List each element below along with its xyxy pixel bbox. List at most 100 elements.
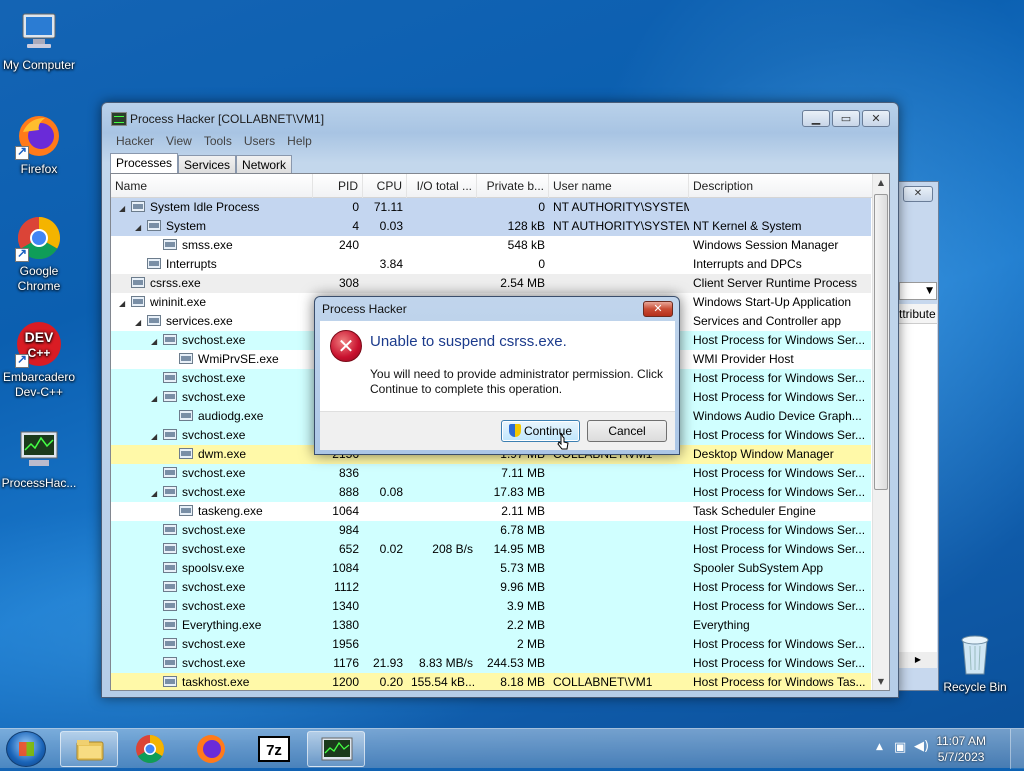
expand-toggle-icon[interactable]: ◢	[151, 332, 161, 350]
desktop-icon-firefox[interactable]: Firefox	[0, 112, 80, 177]
expand-toggle-icon[interactable]: ◢	[119, 199, 129, 217]
process-row[interactable]: svchost.exe 652 0.02 208 B/s 14.95 MB Host Pr…	[111, 540, 871, 559]
process-icon	[163, 562, 177, 573]
show-desktop-button[interactable]	[1010, 729, 1024, 769]
background-window[interactable]: ✕ ▼ ttribute ▶	[899, 181, 939, 691]
dialog-close-button[interactable]: ✕	[643, 301, 673, 317]
process-name: dwm.exe	[198, 447, 247, 461]
expand-toggle-icon[interactable]: ◢	[135, 313, 145, 331]
process-cpu: 0.08	[379, 485, 403, 499]
process-pid: 308	[338, 276, 359, 290]
process-row[interactable]: taskhost.exe 1200 0.20 155.54 kB... 8.18 MB C…	[111, 673, 871, 690]
process-user-name	[549, 502, 689, 521]
expand-toggle-icon[interactable]: ◢	[151, 389, 161, 407]
process-description: Services and Controller app	[693, 314, 842, 328]
show-hidden-icons-icon[interactable]: ▲	[876, 742, 883, 752]
process-row[interactable]: Everything.exe 1380 2.2 MB Everything	[111, 616, 871, 635]
clock[interactable]: 11:07 AM 5/7/2023	[936, 733, 986, 765]
column-header-user-name[interactable]: User name	[549, 174, 689, 198]
process-name: wininit.exe	[150, 295, 207, 309]
cancel-button[interactable]: Cancel	[587, 420, 667, 442]
process-row[interactable]: Interrupts 3.84 0 Interrupts and DPCs	[111, 255, 871, 274]
taskbar-explorer[interactable]	[60, 731, 118, 767]
tab-processes[interactable]: Processes	[110, 153, 179, 174]
svg-text:DEV: DEV	[25, 329, 54, 345]
process-icon	[179, 505, 193, 516]
firefox-icon	[197, 735, 225, 763]
start-button[interactable]	[6, 731, 46, 767]
process-user-name	[549, 559, 689, 578]
column-header-pid[interactable]: PID	[313, 174, 363, 198]
close-icon[interactable]: ✕	[903, 186, 933, 202]
process-user-name	[549, 654, 689, 673]
desktop-icon-my-computer[interactable]: My Computer	[0, 8, 80, 73]
process-io-total	[407, 483, 477, 502]
taskbar-firefox[interactable]	[182, 731, 240, 767]
process-row[interactable]: ◢ System Idle Process 0 71.11 0 NT AUTHORITY\…	[111, 198, 871, 217]
expand-toggle-icon[interactable]: ◢	[135, 218, 145, 236]
vertical-scrollbar[interactable]: ▲ ▼	[872, 174, 889, 690]
menu-hacker[interactable]: Hacker	[110, 133, 160, 149]
column-header-name[interactable]: Name	[111, 174, 313, 198]
column-header-private-bytes[interactable]: Private b...	[477, 174, 549, 198]
process-row[interactable]: smss.exe 240 548 kB Windows Session Manager	[111, 236, 871, 255]
process-row[interactable]: spoolsv.exe 1084 5.73 MB Spooler SubSystem …	[111, 559, 871, 578]
process-row[interactable]: svchost.exe 1176 21.93 8.83 MB/s 244.53 MB Ho…	[111, 654, 871, 673]
desktop-icon-recycle-bin[interactable]: Recycle Bin	[934, 630, 1016, 695]
process-description: Host Process for Windows Ser...	[693, 428, 866, 442]
process-row[interactable]: svchost.exe 1340 3.9 MB Host Process for Wi…	[111, 597, 871, 616]
column-header-io[interactable]: I/O total ...	[407, 174, 477, 198]
process-row[interactable]: csrss.exe 308 2.54 MB Client Server Runtime…	[111, 274, 871, 293]
process-row[interactable]: svchost.exe 1112 9.96 MB Host Process for W…	[111, 578, 871, 597]
shortcut-arrow-icon	[15, 352, 29, 368]
process-row[interactable]: svchost.exe 836 7.11 MB Host Process for Wi…	[111, 464, 871, 483]
scrollbar-thumb[interactable]	[874, 194, 888, 490]
chevron-down-icon[interactable]: ▼	[899, 282, 937, 300]
tab-network[interactable]: Network	[236, 155, 293, 174]
error-dialog[interactable]: Process Hacker ✕ ✕ Unable to suspend csr…	[314, 296, 680, 455]
process-row[interactable]: svchost.exe 984 6.78 MB Host Process for Wi…	[111, 521, 871, 540]
process-icon	[163, 467, 177, 478]
process-name: smss.exe	[182, 238, 233, 252]
process-pid: 984	[338, 523, 359, 537]
process-row[interactable]: taskeng.exe 1064 2.11 MB Task Scheduler Eng…	[111, 502, 871, 521]
process-name: taskeng.exe	[198, 504, 263, 518]
process-cpu	[363, 578, 407, 597]
process-pid: 1112	[334, 580, 359, 594]
tab-services[interactable]: Services	[178, 155, 237, 174]
close-button[interactable]: ✕	[862, 110, 890, 127]
taskbar-chrome[interactable]	[121, 731, 179, 767]
process-icon	[163, 543, 177, 554]
process-row[interactable]: ◢ System 4 0.03 128 kB NT AUTHORITY\SYSTEM NT …	[111, 217, 871, 236]
desktop-icon-processhacker[interactable]: ProcessHac...	[0, 426, 80, 491]
menu-users[interactable]: Users	[238, 133, 281, 149]
process-user-name	[549, 578, 689, 597]
process-description: Host Process for Windows Ser...	[693, 580, 866, 594]
menu-view[interactable]: View	[160, 133, 198, 149]
scroll-down-icon[interactable]: ▼	[873, 673, 889, 690]
scroll-right-icon[interactable]: ▶	[899, 652, 937, 668]
column-header-description[interactable]: Description	[689, 174, 873, 198]
dialog-content-text: You will need to provide administrator p…	[370, 367, 664, 396]
menu-help[interactable]: Help	[281, 133, 318, 149]
network-icon[interactable]: ▣	[894, 740, 906, 755]
expand-toggle-icon[interactable]: ◢	[151, 427, 161, 445]
process-row[interactable]: svchost.exe 1956 2 MB Host Process for Wind…	[111, 635, 871, 654]
expand-toggle-icon[interactable]: ◢	[151, 484, 161, 502]
process-name-cell: dwm.exe	[163, 445, 315, 464]
process-row[interactable]: ◢ svchost.exe 888 0.08 17.83 MB Host Process …	[111, 483, 871, 502]
expand-toggle-icon[interactable]: ◢	[119, 294, 129, 312]
volume-icon[interactable]: ◀)	[914, 739, 929, 754]
process-cpu	[363, 502, 407, 521]
process-user-name	[549, 483, 689, 502]
taskbar-processhacker[interactable]	[307, 731, 365, 767]
maximize-button[interactable]: ▭	[832, 110, 860, 127]
scroll-up-icon[interactable]: ▲	[873, 174, 889, 191]
column-header-cpu[interactable]: CPU	[363, 174, 407, 198]
menu-tools[interactable]: Tools	[198, 133, 238, 149]
desktop-icon-devcpp[interactable]: DEVC++ Embarcadero Dev-C++	[0, 320, 80, 400]
desktop-icon-chrome[interactable]: Google Chrome	[0, 214, 80, 294]
minimize-button[interactable]: ▁	[802, 110, 830, 127]
taskbar-7zip[interactable]: 7z	[245, 731, 303, 767]
process-cpu	[363, 635, 407, 654]
